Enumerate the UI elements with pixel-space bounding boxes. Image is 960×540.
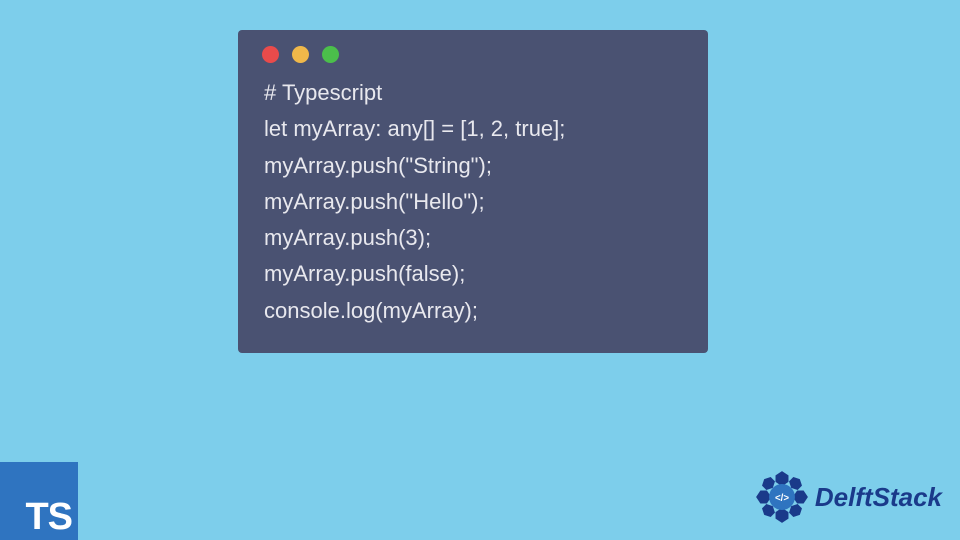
code-line: myArray.push("String"); bbox=[264, 148, 682, 184]
svg-text:</>: </> bbox=[775, 493, 789, 504]
code-line: let myArray: any[] = [1, 2, true]; bbox=[264, 111, 682, 147]
code-line: myArray.push(3); bbox=[264, 220, 682, 256]
typescript-logo: TS bbox=[0, 462, 78, 540]
typescript-logo-text: TS bbox=[25, 498, 72, 536]
maximize-icon bbox=[322, 46, 339, 63]
brand: </> DelftStack bbox=[755, 470, 942, 524]
code-body: # Typescript let myArray: any[] = [1, 2,… bbox=[238, 73, 708, 335]
close-icon bbox=[262, 46, 279, 63]
window-controls bbox=[238, 30, 708, 73]
code-line: # Typescript bbox=[264, 75, 682, 111]
code-line: myArray.push(false); bbox=[264, 256, 682, 292]
code-line: console.log(myArray); bbox=[264, 293, 682, 329]
code-window: # Typescript let myArray: any[] = [1, 2,… bbox=[238, 30, 708, 353]
brand-name: DelftStack bbox=[815, 482, 942, 513]
code-line: myArray.push("Hello"); bbox=[264, 184, 682, 220]
minimize-icon bbox=[292, 46, 309, 63]
brand-logo-icon: </> bbox=[755, 470, 809, 524]
